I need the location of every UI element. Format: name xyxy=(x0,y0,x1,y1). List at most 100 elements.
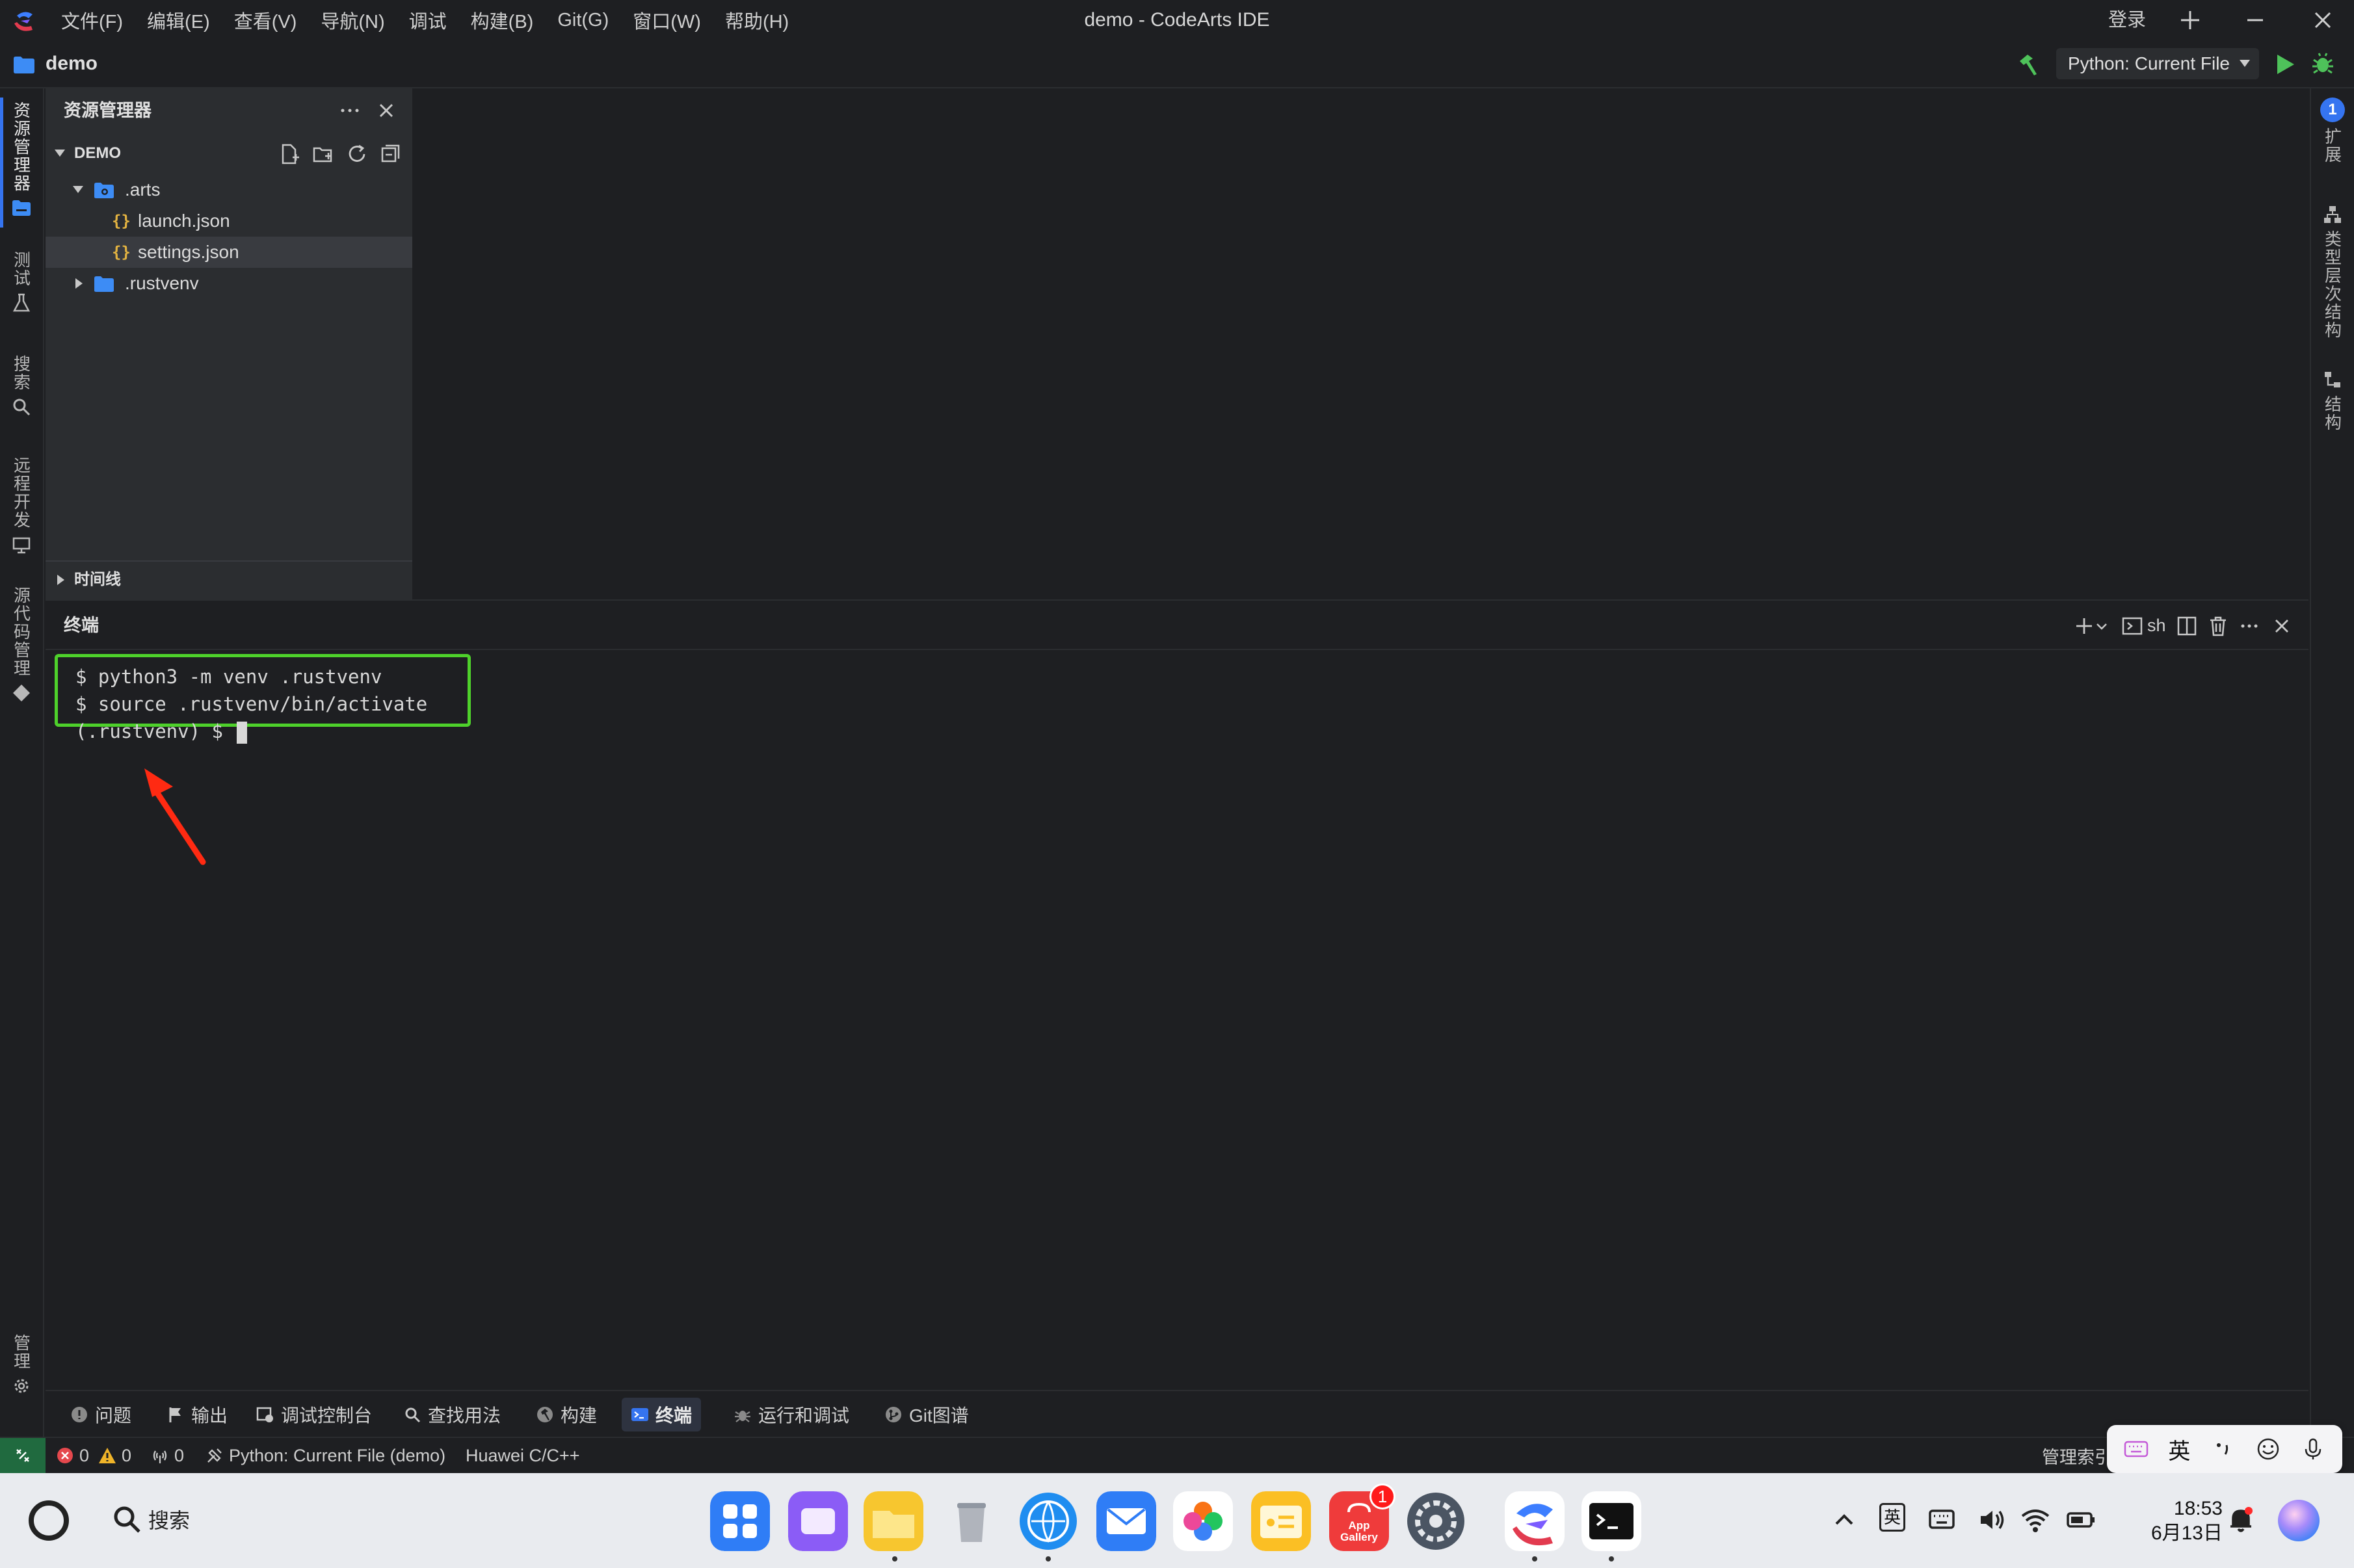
activity-test[interactable]: 测试 xyxy=(0,251,43,313)
tab-run-debug[interactable]: 运行和调试 xyxy=(724,1398,858,1431)
assistant-orb-icon[interactable] xyxy=(2276,1498,2321,1543)
ime-mode[interactable]: 英 xyxy=(2168,1433,2190,1465)
tab-problems[interactable]: 问题 xyxy=(61,1398,140,1431)
language-status[interactable]: Huawei C/C++ xyxy=(466,1438,580,1473)
tray-input-language[interactable]: 英 xyxy=(1879,1503,1905,1532)
index-status[interactable]: 管理索引 xyxy=(2042,1438,2112,1473)
search-icon xyxy=(13,399,31,416)
hammer-icon[interactable] xyxy=(2015,52,2041,78)
new-terminal-icon[interactable] xyxy=(2073,615,2095,637)
shell-name[interactable]: sh xyxy=(2147,601,2166,650)
minimize-icon[interactable] xyxy=(2243,8,2267,32)
codearts-app-icon[interactable] xyxy=(1505,1491,1565,1551)
layout-toggle-icon[interactable] xyxy=(2178,8,2202,32)
menu-window[interactable]: 窗口(W) xyxy=(633,7,701,34)
hierarchy-icon xyxy=(2324,206,2341,223)
activity-structure[interactable]: 结构 xyxy=(2311,364,2354,432)
tree-item-rustvenv[interactable]: .rustvenv xyxy=(46,268,412,299)
remote-button[interactable] xyxy=(0,1438,46,1473)
activity-extensions[interactable]: 1 扩展 xyxy=(2311,98,2354,164)
tray-keyboard-icon[interactable] xyxy=(1926,1504,1957,1535)
tree-item-arts[interactable]: .arts xyxy=(46,174,412,205)
tab-terminal[interactable]: 终端 xyxy=(622,1398,702,1431)
app-launcher-icon[interactable] xyxy=(710,1491,770,1551)
start-button-icon[interactable] xyxy=(26,1498,72,1543)
run-configuration-dropdown[interactable]: Python: Current File xyxy=(2056,48,2259,79)
explorer-root-row[interactable]: DEMO xyxy=(46,138,412,169)
status-bar: 0 0 0 Python: Current File (demo) Huawei… xyxy=(0,1437,2354,1473)
chevron-down-icon[interactable] xyxy=(2094,615,2109,637)
browser-icon[interactable] xyxy=(1018,1491,1078,1551)
activity-scm[interactable]: 源代码管理 xyxy=(0,586,43,703)
tab-git-graph[interactable]: Git图谱 xyxy=(875,1398,978,1431)
problems-status[interactable]: 0 0 xyxy=(56,1438,131,1473)
activity-type-hierarchy[interactable]: 类型层次结构 xyxy=(2311,199,2354,339)
photos-icon[interactable] xyxy=(1173,1491,1233,1551)
notification-bell-icon[interactable] xyxy=(2225,1504,2256,1535)
run-icon[interactable] xyxy=(2272,52,2297,77)
recycle-bin-icon[interactable] xyxy=(942,1491,1001,1551)
extensions-badge: 1 xyxy=(2320,98,2345,122)
trash-icon[interactable] xyxy=(2207,615,2229,637)
refresh-icon[interactable] xyxy=(346,143,368,165)
microphone-icon[interactable] xyxy=(2300,1436,2326,1462)
close-icon[interactable] xyxy=(375,99,398,122)
menu-file[interactable]: 文件(F) xyxy=(61,7,123,34)
tab-label: 运行和调试 xyxy=(758,1405,850,1426)
menu-help[interactable]: 帮助(H) xyxy=(725,7,789,34)
mail-icon[interactable] xyxy=(1096,1491,1156,1551)
menu-view[interactable]: 查看(V) xyxy=(234,7,297,34)
tab-build[interactable]: 构建 xyxy=(527,1398,606,1431)
multitask-icon[interactable] xyxy=(788,1491,848,1551)
login-link[interactable]: 登录 xyxy=(2108,0,2146,40)
split-terminal-icon[interactable] xyxy=(2176,615,2198,637)
keyboard-icon[interactable] xyxy=(2123,1436,2149,1462)
activity-search[interactable]: 搜索 xyxy=(0,355,43,417)
menu-git[interactable]: Git(G) xyxy=(557,10,609,31)
activity-explorer[interactable]: 资源管理器 xyxy=(0,101,43,218)
ports-status[interactable]: 0 xyxy=(151,1438,184,1473)
tray-clock[interactable]: 18:53 6月13日 xyxy=(2125,1496,2223,1546)
menu-build[interactable]: 构建(B) xyxy=(471,7,534,34)
file-manager-icon[interactable] xyxy=(864,1491,923,1551)
volume-icon[interactable] xyxy=(1977,1504,2008,1535)
appgallery-icon[interactable]: App Gallery 1 xyxy=(1329,1483,1395,1551)
emoji-icon[interactable] xyxy=(2255,1436,2281,1462)
timeline-section[interactable]: 时间线 xyxy=(46,560,412,597)
terminal-app-icon[interactable] xyxy=(1581,1491,1641,1551)
collapse-all-icon[interactable] xyxy=(380,143,402,165)
terminal-output[interactable]: $ python3 -m venv .rustvenv $ source .ru… xyxy=(46,651,2308,1391)
gear-icon xyxy=(14,1379,29,1393)
tab-find-usages[interactable]: 查找用法 xyxy=(394,1398,510,1431)
debug-bug-icon[interactable] xyxy=(2310,51,2336,77)
editor-area[interactable] xyxy=(414,88,2308,599)
settings-gear-icon[interactable] xyxy=(1406,1491,1466,1551)
more-actions-icon[interactable] xyxy=(2238,615,2260,637)
menu-edit[interactable]: 编辑(E) xyxy=(147,7,210,34)
new-folder-icon[interactable] xyxy=(312,143,334,165)
close-window-icon[interactable] xyxy=(2311,8,2334,32)
new-file-icon[interactable] xyxy=(278,143,300,165)
terminal-icon[interactable] xyxy=(2121,615,2143,637)
close-panel-icon[interactable] xyxy=(2271,615,2293,637)
activity-remote[interactable]: 远程开发 xyxy=(0,456,43,555)
notes-icon[interactable] xyxy=(1251,1491,1311,1551)
activity-manage[interactable]: 管理 xyxy=(0,1334,43,1396)
tab-output[interactable]: 输出 xyxy=(157,1398,237,1431)
search-icon[interactable] xyxy=(111,1503,143,1535)
battery-icon[interactable] xyxy=(2065,1504,2096,1535)
wifi-icon[interactable] xyxy=(2020,1504,2051,1535)
menu-debug[interactable]: 调试 xyxy=(409,7,447,34)
appgallery-badge: 1 xyxy=(1369,1483,1395,1509)
punctuation-icon[interactable] xyxy=(2210,1436,2236,1462)
run-config-status[interactable]: Python: Current File (demo) xyxy=(205,1438,445,1473)
tree-item-settings-json[interactable]: {} settings.json xyxy=(46,237,412,268)
debug-console-icon xyxy=(256,1407,273,1422)
tray-expand-icon[interactable] xyxy=(1829,1504,1860,1535)
taskbar-search-label[interactable]: 搜索 xyxy=(148,1473,190,1568)
more-actions-icon[interactable] xyxy=(337,98,363,124)
project-name[interactable]: demo xyxy=(46,40,98,87)
tree-item-launch-json[interactable]: {} launch.json xyxy=(46,205,412,237)
menu-navigate[interactable]: 导航(N) xyxy=(321,7,384,34)
tab-debug-console[interactable]: 调试控制台 xyxy=(247,1398,381,1431)
